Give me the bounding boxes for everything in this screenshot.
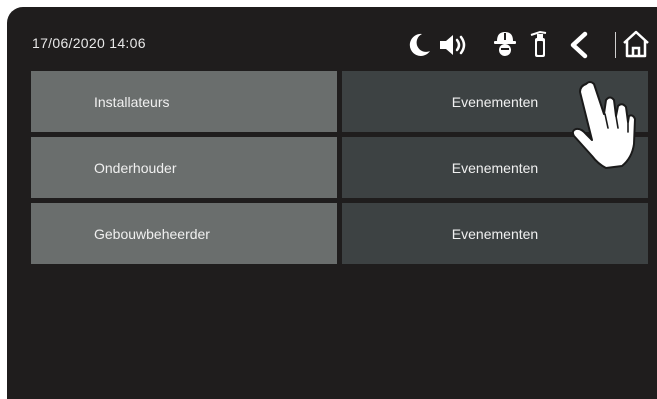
back-icon[interactable] [568, 31, 590, 59]
onderhouder-button[interactable]: Onderhouder [31, 137, 337, 198]
gebouwbeheerder-events-button[interactable]: Evenementen [342, 203, 648, 264]
gebouwbeheerder-button[interactable]: Gebouwbeheerder [31, 203, 337, 264]
panel-screen: 17/06/2020 14:06 Installateurs Evenement… [7, 7, 657, 399]
helmet-icon[interactable] [493, 30, 517, 58]
menu-row-onderhouder: Onderhouder Evenementen [31, 137, 648, 198]
status-icons [7, 7, 657, 73]
home-icon[interactable] [621, 29, 651, 59]
events-label: Evenementen [451, 159, 539, 176]
moon-icon[interactable] [407, 31, 433, 57]
status-bar: 17/06/2020 14:06 [7, 7, 657, 73]
installateurs-button[interactable]: Installateurs [31, 71, 337, 132]
tap-hand-icon [571, 81, 636, 169]
speaker-icon[interactable] [438, 32, 470, 58]
icon-separator [615, 32, 616, 58]
onderhouder-label: Onderhouder [94, 159, 177, 176]
fire-extinguisher-icon[interactable] [528, 29, 550, 59]
events-label: Evenementen [451, 225, 539, 242]
menu-row-installateurs: Installateurs Evenementen [31, 71, 648, 132]
installateurs-label: Installateurs [94, 93, 170, 110]
events-label: Evenementen [451, 93, 539, 110]
gebouwbeheerder-label: Gebouwbeheerder [94, 225, 210, 242]
menu-row-gebouwbeheerder: Gebouwbeheerder Evenementen [31, 203, 648, 264]
